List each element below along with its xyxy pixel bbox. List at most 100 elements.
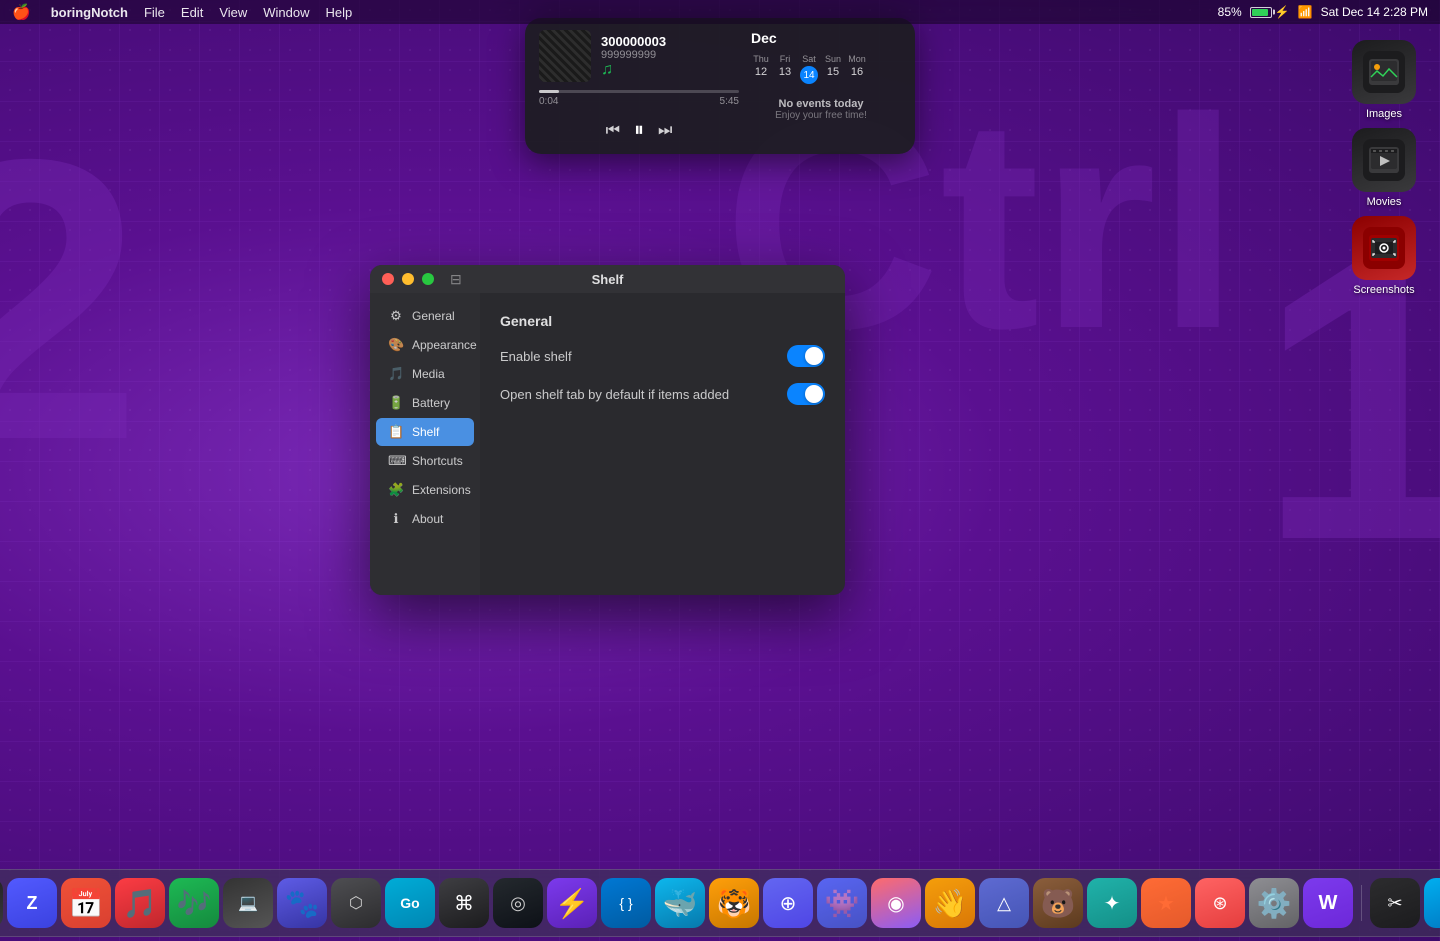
desktop-icon-screenshots[interactable]: Screenshots (1344, 216, 1424, 296)
sidebar-item-shortcuts[interactable]: ⌨ Shortcuts (376, 447, 474, 475)
dock-icon-black[interactable]: ▪ (0, 878, 3, 928)
toggle-enable-shelf[interactable] (787, 345, 825, 367)
sidebar-label-extensions: Extensions (412, 483, 471, 497)
progress-container[interactable]: 0:04 5:45 (539, 90, 739, 107)
sidebar-item-extensions[interactable]: 🧩 Extensions (376, 476, 474, 504)
dock-icon-dev[interactable]: 💻 (223, 878, 273, 928)
dock-icon-cursor[interactable]: ◎ (493, 878, 543, 928)
cal-month: Dec (751, 30, 777, 46)
dock-icon-skype[interactable]: S (1424, 878, 1440, 928)
menu-view[interactable]: View (219, 5, 247, 20)
dock-icon-wave[interactable]: 👋 (925, 878, 975, 928)
shelf-icon: 📋 (388, 424, 404, 440)
album-row: 300000003 999999999 ♫ (539, 30, 739, 82)
minimize-button[interactable] (402, 273, 414, 285)
dock-icon-orbstack[interactable]: ⊕ (763, 878, 813, 928)
images-icon-label: Images (1366, 108, 1402, 120)
progress-start: 0:04 (539, 96, 558, 107)
playback-controls: ⏮ ⏸ ⏭ (539, 119, 739, 142)
toggle-open-shelf-tab[interactable] (787, 383, 825, 405)
sidebar-label-media: Media (412, 367, 445, 381)
apple-menu[interactable]: 🍎 (12, 3, 31, 21)
dock-icon-bear[interactable]: 🐻 (1033, 878, 1083, 928)
dock-icon-tiger[interactable]: 🐯 (709, 878, 759, 928)
images-folder-icon (1352, 40, 1416, 104)
split-icon: ⊟ (450, 271, 462, 288)
menu-edit[interactable]: Edit (181, 5, 203, 20)
cal-day-fri: Fri 13 (775, 54, 795, 84)
battery-icon: ⚡ (1250, 5, 1290, 19)
window-body: ⚙ General 🎨 Appearance 🎵 Media 🔋 Battery… (370, 293, 845, 595)
toggle-thumb-1 (805, 347, 823, 365)
prev-button[interactable]: ⏮ (606, 122, 620, 140)
sidebar-item-appearance[interactable]: 🎨 Appearance (376, 331, 474, 359)
cal-day-sun: Sun 15 (823, 54, 843, 84)
settings-main-content: General Enable shelf Open shelf tab by d… (480, 293, 845, 595)
extensions-icon: 🧩 (388, 482, 404, 498)
settings-sidebar: ⚙ General 🎨 Appearance 🎵 Media 🔋 Battery… (370, 293, 480, 595)
media-icon: 🎵 (388, 366, 404, 382)
sidebar-label-about: About (412, 512, 443, 526)
dock-icon-docker[interactable]: 🐳 (655, 878, 705, 928)
desktop-icon-movies[interactable]: Movies (1344, 128, 1424, 208)
sidebar-label-battery: Battery (412, 396, 450, 410)
screenshots-icon-label: Screenshots (1353, 284, 1414, 296)
section-title: General (500, 313, 825, 329)
dock-icon-spotify[interactable]: 🎶 (169, 878, 219, 928)
progress-end: 5:45 (720, 96, 739, 107)
battery-percent: 85% (1218, 5, 1242, 19)
dock-icon-vscode[interactable]: { } (601, 878, 651, 928)
dock-icon-raycast[interactable]: ⊛ (1195, 878, 1245, 928)
sidebar-item-media[interactable]: 🎵 Media (376, 360, 474, 388)
dock-icon-linear[interactable]: △ (979, 878, 1029, 928)
dock-icon-wrap[interactable]: W (1303, 878, 1353, 928)
track-info: 300000003 999999999 ♫ (601, 34, 739, 79)
dock-icon-iterm[interactable]: ⌘ (439, 878, 489, 928)
desktop-icons: Images Movies (1344, 40, 1424, 296)
dock-icon-cline[interactable]: ⚡ (547, 878, 597, 928)
dock-icon-final-cut[interactable]: ✂ (1370, 878, 1420, 928)
maximize-button[interactable] (422, 273, 434, 285)
pause-button[interactable]: ⏸ (634, 119, 644, 142)
menu-help[interactable]: Help (326, 5, 353, 20)
cal-day-thu: Thu 12 (751, 54, 771, 84)
settings-window: ⊟ Shelf ⚙ General 🎨 Appearance 🎵 Media 🔋… (370, 265, 845, 595)
toggle-thumb-2 (805, 385, 823, 403)
sidebar-item-battery[interactable]: 🔋 Battery (376, 389, 474, 417)
dock: 🐟 🗒 🔨 💬 ▪ Z 📅 🎵 🎶 💻 🐾 ⬡ Go ⌘ ◎ ⚡ { } 🐳 🐯… (0, 869, 1440, 937)
dock-icon-tower[interactable]: ⬡ (331, 878, 381, 928)
desktop-icon-images[interactable]: Images (1344, 40, 1424, 120)
sidebar-label-shelf: Shelf (412, 425, 439, 439)
sidebar-item-about[interactable]: ℹ About (376, 505, 474, 533)
wifi-icon: 📶 (1298, 5, 1313, 19)
dock-icon-perplexity[interactable]: ✦ (1087, 878, 1137, 928)
dock-icon-fantastical[interactable]: 📅 (61, 878, 111, 928)
menu-file[interactable]: File (144, 5, 165, 20)
dock-icon-spark[interactable]: ★ (1141, 878, 1191, 928)
datetime: Sat Dec 14 2:28 PM (1321, 5, 1428, 19)
dock-icon-paw[interactable]: 🐾 (277, 878, 327, 928)
sidebar-item-shelf[interactable]: 📋 Shelf (376, 418, 474, 446)
dock-icon-arc[interactable]: ◉ (871, 878, 921, 928)
dock-divider (1361, 885, 1362, 921)
sidebar-item-general[interactable]: ⚙ General (376, 302, 474, 330)
album-art (539, 30, 591, 82)
dock-icon-go[interactable]: Go (385, 878, 435, 928)
cal-day-sat: Sat 14 (799, 54, 819, 84)
menu-window[interactable]: Window (263, 5, 309, 20)
dock-icon-music[interactable]: 🎵 (115, 878, 165, 928)
track-subtitle: 999999999 (601, 49, 739, 61)
dock-icon-zed[interactable]: Z (7, 878, 57, 928)
next-button[interactable]: ⏭ (658, 122, 672, 140)
enjoy-text: Enjoy your free time! (751, 110, 891, 121)
battery-icon: 🔋 (388, 395, 404, 411)
app-name[interactable]: boringNotch (51, 5, 128, 20)
track-title: 300000003 (601, 34, 739, 49)
close-button[interactable] (382, 273, 394, 285)
setting-label-2: Open shelf tab by default if items added (500, 387, 729, 402)
sidebar-label-shortcuts: Shortcuts (412, 454, 463, 468)
dock-icon-prefs[interactable]: ⚙️ (1249, 878, 1299, 928)
sidebar-label-appearance: Appearance (412, 338, 477, 352)
progress-fill (539, 90, 559, 93)
dock-icon-discord[interactable]: 👾 (817, 878, 867, 928)
